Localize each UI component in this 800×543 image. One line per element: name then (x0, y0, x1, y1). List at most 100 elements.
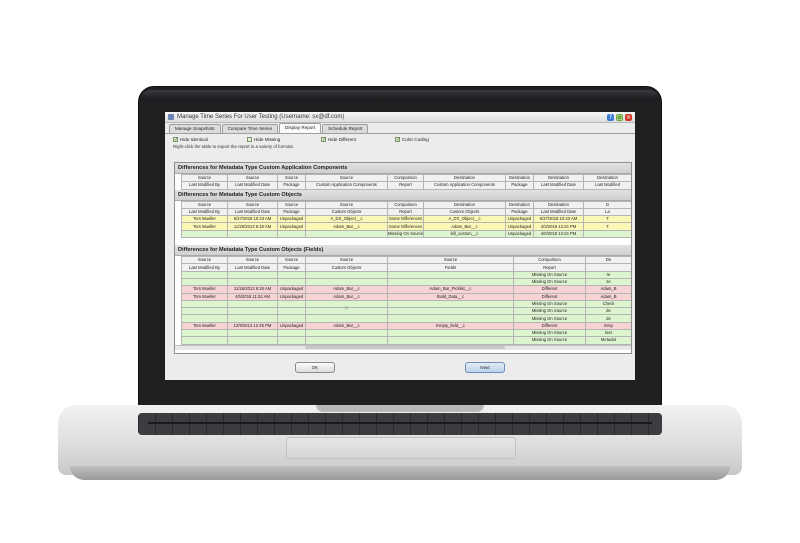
header-cell[interactable]: De (585, 256, 631, 265)
header-cell[interactable]: Last Modified Date (227, 181, 278, 190)
header-cell[interactable]: Last Modified By (181, 207, 228, 217)
header-cell[interactable]: Source (277, 173, 306, 183)
table-row[interactable]: Missing On Source ze (181, 277, 631, 287)
help-icon[interactable]: ? (607, 113, 614, 121)
header-cell[interactable]: Last Modified By (181, 263, 228, 272)
header-cell[interactable] (585, 263, 631, 272)
header-cell[interactable]: Custom Objects (305, 263, 388, 272)
header-cell[interactable]: Source (387, 256, 514, 265)
tab-compare-time-series[interactable]: Compare Time Series (221, 124, 279, 133)
header-cell[interactable]: Custom Application Components (305, 181, 388, 190)
header-cell[interactable]: Custom Objects (423, 207, 506, 217)
header-cell[interactable]: Comparison (387, 173, 424, 183)
table-row[interactable]: Missing On Source last (181, 329, 631, 338)
next-button[interactable]: Next (465, 362, 505, 373)
filter-color-coding[interactable]: ✓ Color Coding (395, 136, 469, 142)
header-cell[interactable]: Report (387, 207, 424, 217)
keyboard-row-divider (148, 422, 652, 424)
scrollbar-thumb[interactable] (305, 345, 505, 349)
custom-objects-table[interactable]: Source Source Source Source Comparison Destin… (181, 200, 631, 239)
header-cell[interactable]: Package (277, 181, 306, 190)
table-row[interactable]: Tom Mueller 4/5/2018 11:52 AM Unpackaged Ad… (181, 292, 631, 301)
header-cell[interactable]: Package (505, 181, 534, 190)
header-cell[interactable]: Package (505, 207, 534, 217)
filter-hide-different[interactable]: ✓ Hide Different (321, 136, 395, 142)
horizontal-scrollbar[interactable] (175, 344, 631, 350)
header-cell[interactable]: Comparison (387, 200, 424, 209)
filter-hide-missing[interactable]: Hide Missing (247, 136, 321, 142)
header-cell[interactable]: Source (305, 173, 388, 183)
checkbox-color-coding[interactable]: ✓ (395, 136, 400, 142)
header-cell[interactable]: Report (513, 263, 586, 272)
header-cell[interactable]: Package (277, 263, 306, 272)
table-row[interactable]: Tom Mueller 12/9/2013 12:45 PM Unpackaged A… (181, 321, 631, 331)
table-row[interactable]: Missing On Source bill_custom__c Unpackage… (181, 229, 631, 239)
laptop-hinge (316, 405, 484, 412)
maximize-icon[interactable]: □ (616, 113, 623, 121)
table-row[interactable]: Missing On Source Metadat (181, 336, 631, 345)
table-cell: 6/27/2018 10:43 AM (533, 215, 584, 224)
tab-schedule-report[interactable]: Schedule Report (322, 124, 369, 133)
table-cell: 11/26/2013 9:18 AM (227, 222, 278, 231)
checkbox-hide-identical[interactable]: ✓ (173, 136, 178, 142)
header-cell[interactable]: Source (227, 200, 278, 209)
tab-display-report[interactable]: Display Report (279, 123, 322, 133)
header-cell[interactable]: Source (305, 256, 388, 265)
header-cell[interactable]: Package (277, 207, 306, 217)
header-cell[interactable]: Source (181, 200, 228, 209)
header-cell[interactable]: Last Modified Date (227, 263, 278, 272)
table-row[interactable]: Tom Mueller 11/26/2013 9:18 AM Unpackaged A… (181, 222, 631, 231)
checkbox-hide-missing[interactable] (247, 136, 252, 142)
ok-button[interactable]: OK (295, 362, 335, 373)
app-components-table[interactable]: Source Source Source Source Comparison Destin… (181, 173, 631, 190)
filter-hide-identical[interactable]: ✓ Hide Identical (173, 136, 247, 142)
header-cell[interactable]: Destination (505, 200, 534, 209)
table-cell: Adam_B (585, 285, 631, 294)
header-cell[interactable]: Destination (423, 173, 506, 183)
header-cell[interactable]: Source (181, 256, 228, 265)
table-cell: T (583, 215, 631, 224)
header-cell[interactable]: D (583, 200, 631, 209)
custom-fields-table[interactable]: Source Source Source Source Source Comparison… (181, 256, 631, 345)
laptop-bezel-highlight (142, 90, 658, 98)
table-cell: Adam_Bar__c (305, 292, 388, 301)
table-row[interactable]: Missing On Source re (181, 270, 631, 279)
header-cell[interactable]: Source (227, 173, 278, 183)
header-cell[interactable]: Source (181, 173, 228, 183)
table-cell (305, 329, 388, 338)
header-cell[interactable]: La (583, 207, 631, 217)
header-cell[interactable]: Custom Objects (305, 207, 388, 217)
table-cell (305, 336, 388, 345)
header-cell[interactable]: Last Modified Date (533, 207, 584, 217)
dialog-buttons: OK Next (165, 362, 635, 374)
header-cell[interactable]: Source (277, 256, 306, 265)
header-cell[interactable]: Destination (583, 173, 631, 183)
header-cell[interactable]: Comparison (513, 256, 586, 265)
header-cell[interactable]: Destination (505, 173, 534, 183)
header-cell[interactable]: Last Modified Date (533, 181, 584, 190)
header-cell[interactable]: Last Modified (583, 181, 631, 190)
header-cell[interactable]: Source (305, 200, 388, 209)
header-cell[interactable]: Report (387, 181, 424, 190)
report-panel[interactable]: Differences for Metadata Type Custom App… (174, 162, 632, 354)
table-row[interactable]: Tom Mueller 6/27/2018 10:43 AM Unpackaged A… (181, 215, 631, 224)
table-row[interactable]: Missing On Source Check (181, 299, 631, 309)
header-cell[interactable]: Last Modified By (181, 181, 228, 190)
header-cell[interactable]: Custom Application Components (423, 181, 506, 190)
header-cell[interactable]: Destination (533, 173, 584, 183)
table-row[interactable]: Missing On Source de (181, 314, 631, 323)
checkbox-hide-different[interactable]: ✓ (321, 136, 326, 142)
tab-manage-snapshots[interactable]: Manage Snapshots (169, 124, 221, 133)
header-cell[interactable]: Fields (387, 263, 514, 272)
table-cell (181, 277, 228, 287)
header-cell[interactable]: Destination (533, 200, 584, 209)
header-cell[interactable]: Source (277, 200, 306, 209)
header-cell[interactable]: Destination (423, 200, 506, 209)
header-cell[interactable]: Source (227, 256, 278, 265)
table-cell: de (585, 314, 631, 323)
table-row[interactable]: Tom Mueller 11/26/2013 9:18 AM Unpackaged A… (181, 285, 631, 294)
close-icon[interactable]: × (625, 113, 632, 121)
table-row[interactable]: Missing On Source de (181, 307, 631, 316)
table-cell: Unpackaged (505, 229, 534, 239)
header-cell[interactable]: Last Modified Date (227, 207, 278, 217)
